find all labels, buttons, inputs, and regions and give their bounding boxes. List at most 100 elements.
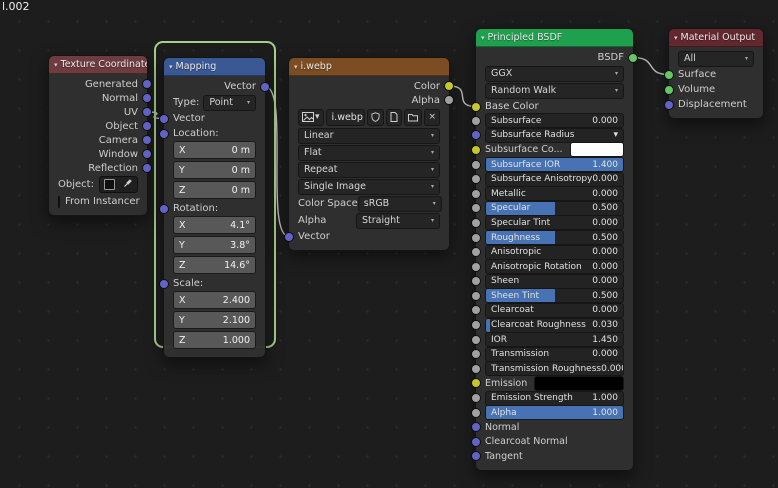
interpolation-dropdown[interactable]: Linear ▾	[298, 127, 440, 144]
anisotropic-slider[interactable]: Anisotropic 0.000	[485, 244, 624, 260]
clearcoat-roughness-slider[interactable]: Clearcoat Roughness 0.030	[485, 317, 624, 333]
color-output-socket[interactable]	[444, 81, 454, 91]
node-principled-bsdf[interactable]: ▾ Principled BSDF BSDF GGX ▾ Random Walk…	[471, 28, 638, 472]
subsurface-ior-slider[interactable]: Subsurface IOR 1.400	[485, 157, 624, 173]
node-image-texture[interactable]: ▾ i.webp Color Alpha ▾ i.webp × Linear ▾…	[284, 57, 454, 251]
scale-y-field[interactable]: Y 2.100	[173, 311, 256, 329]
clearcoat-normal-input-socket[interactable]	[471, 436, 481, 447]
subsurface-slider[interactable]: Subsurface 0.000	[485, 113, 624, 129]
specular-input-socket[interactable]	[471, 203, 481, 214]
principled-header[interactable]: ▾ Principled BSDF	[476, 29, 633, 47]
new-image-button[interactable]	[386, 108, 403, 126]
volume-input-socket[interactable]	[664, 84, 674, 95]
emission-strength-input-socket[interactable]	[471, 393, 481, 404]
anisotropic-input-socket[interactable]	[471, 247, 481, 258]
scale-x-field[interactable]: X 2.400	[173, 291, 256, 309]
rotation-x-field[interactable]: X 4.1°	[173, 216, 256, 234]
transmission-roughness-slider[interactable]: Transmission Roughness0.000	[485, 361, 624, 377]
collapse-icon[interactable]: ▾	[674, 34, 678, 42]
generated-output-socket[interactable]	[142, 79, 152, 89]
texture-coordinate-header[interactable]: ▾ Texture Coordinate	[49, 56, 147, 74]
subsurface-input-socket[interactable]	[471, 115, 481, 126]
window-output-socket[interactable]	[142, 149, 152, 159]
location-input-socket[interactable]	[159, 128, 169, 139]
from-instancer-checkbox[interactable]	[58, 195, 60, 208]
collapse-icon[interactable]: ▾	[481, 34, 485, 42]
subsurface-radius-field[interactable]: Subsurface Radius ▾	[485, 127, 624, 143]
camera-output-socket[interactable]	[142, 135, 152, 145]
ior-input-socket[interactable]	[471, 334, 481, 345]
vector-input-socket[interactable]	[284, 231, 294, 242]
metallic-input-socket[interactable]	[471, 188, 481, 199]
specular-tint-slider[interactable]: Specular Tint 0.000	[485, 215, 624, 231]
material-output-header[interactable]: ▾ Material Output	[669, 29, 763, 47]
subsurface-color-input-socket[interactable]	[471, 144, 481, 155]
rotation-y-field[interactable]: Y 3.8°	[173, 236, 256, 254]
node-texture-coordinate[interactable]: ▾ Texture Coordinate Generated Normal UV…	[48, 55, 152, 216]
anisotropic-rotation-slider[interactable]: Anisotropic Rotation 0.000	[485, 259, 624, 275]
displacement-input-socket[interactable]	[664, 99, 674, 110]
object-field[interactable]	[98, 176, 138, 193]
fake-user-button[interactable]	[367, 108, 385, 126]
transmission-slider[interactable]: Transmission 0.000	[485, 346, 624, 362]
unlink-image-button[interactable]: ×	[424, 108, 440, 126]
sheen-slider[interactable]: Sheen 0.000	[485, 273, 624, 289]
roughness-input-socket[interactable]	[471, 232, 481, 243]
subsurface-radius-input-socket[interactable]	[471, 130, 481, 141]
extension-dropdown[interactable]: Repeat ▾	[298, 161, 440, 178]
specular-tint-input-socket[interactable]	[471, 217, 481, 228]
alpha-mode-dropdown[interactable]: Straight ▾	[356, 212, 440, 229]
browse-image-button[interactable]: ▾	[298, 108, 324, 126]
subsurface-anisotropy-input-socket[interactable]	[471, 174, 481, 185]
eyedropper-icon[interactable]	[123, 178, 133, 191]
from-instancer-row[interactable]: From Instancer	[49, 194, 147, 209]
metallic-slider[interactable]: Metallic 0.000	[485, 186, 624, 202]
image-texture-header[interactable]: ▾ i.webp	[289, 58, 449, 76]
subsurface-ior-input-socket[interactable]	[471, 159, 481, 170]
alpha-slider[interactable]: Alpha 1.000	[485, 405, 624, 421]
location-x-field[interactable]: X 0 m	[173, 141, 256, 159]
location-y-field[interactable]: Y 0 m	[173, 161, 256, 179]
sheen-input-socket[interactable]	[471, 276, 481, 287]
subsurface-method-dropdown[interactable]: Random Walk ▾	[485, 82, 624, 99]
emission-strength-field[interactable]: Emission Strength 1.000	[485, 390, 624, 406]
clearcoat-roughness-input-socket[interactable]	[471, 320, 481, 331]
vector-input-socket[interactable]	[159, 113, 169, 124]
image-name-field[interactable]: i.webp	[325, 108, 366, 126]
sheen-tint-slider[interactable]: Sheen Tint 0.500	[485, 288, 624, 304]
normal-output-socket[interactable]	[142, 93, 152, 103]
type-dropdown[interactable]: Point ▾	[203, 94, 256, 111]
distribution-dropdown[interactable]: GGX ▾	[485, 65, 624, 82]
clearcoat-input-socket[interactable]	[471, 305, 481, 316]
uv-output-socket[interactable]	[142, 107, 152, 117]
location-z-field[interactable]: Z 0 m	[173, 181, 256, 199]
alpha-input-socket[interactable]	[471, 407, 481, 418]
clearcoat-slider[interactable]: Clearcoat 0.000	[485, 302, 624, 318]
open-image-button[interactable]	[404, 108, 423, 126]
scale-z-field[interactable]: Z 1.000	[173, 331, 256, 349]
transmission-roughness-input-socket[interactable]	[471, 363, 481, 374]
specular-slider[interactable]: Specular 0.500	[485, 200, 624, 216]
projection-dropdown[interactable]: Flat ▾	[298, 144, 440, 161]
transmission-input-socket[interactable]	[471, 349, 481, 360]
mapping-header[interactable]: ▾ Mapping	[164, 58, 265, 76]
collapse-icon[interactable]: ▾	[294, 63, 298, 71]
reflection-output-socket[interactable]	[142, 163, 152, 173]
node-material-output[interactable]: ▾ Material Output All ▾ Surface Volume D…	[664, 28, 764, 119]
rotation-input-socket[interactable]	[159, 203, 169, 214]
roughness-slider[interactable]: Roughness 0.500	[485, 230, 624, 245]
source-dropdown[interactable]: Single Image ▾	[298, 178, 440, 195]
ior-field[interactable]: IOR 1.450	[485, 332, 624, 348]
node-mapping[interactable]: ▾ Mapping Vector Type: Point ▾ Vector Lo…	[159, 57, 270, 358]
target-dropdown[interactable]: All ▾	[678, 50, 754, 67]
emission-color-swatch[interactable]	[534, 375, 624, 391]
base-color-input-socket[interactable]	[471, 101, 481, 112]
bsdf-output-socket[interactable]	[628, 52, 638, 63]
rotation-z-field[interactable]: Z 14.6°	[173, 256, 256, 274]
sheen-tint-input-socket[interactable]	[471, 290, 481, 301]
scale-input-socket[interactable]	[159, 278, 169, 289]
subsurface-anisotropy-slider[interactable]: Subsurface Anisotropy 0.000	[485, 171, 624, 187]
collapse-icon[interactable]: ▾	[54, 61, 58, 69]
tangent-input-socket[interactable]	[471, 451, 481, 462]
subsurface-color-swatch[interactable]	[569, 142, 624, 158]
